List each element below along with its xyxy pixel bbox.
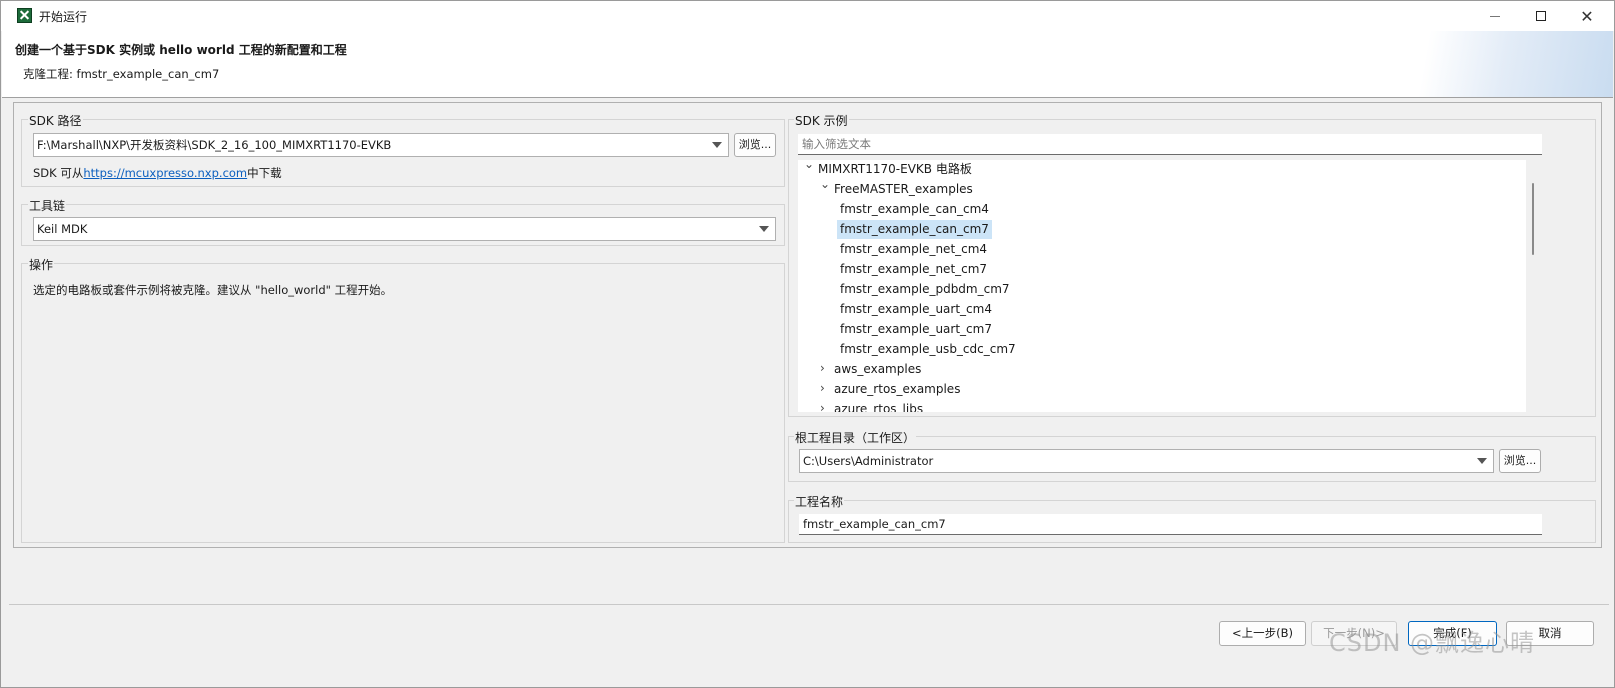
toolchain-combo[interactable]: Keil MDK [33, 217, 776, 241]
chevron-down-icon[interactable]: ⌄ [804, 160, 814, 171]
chevron-down-icon[interactable]: ⌄ [820, 177, 830, 191]
main-panel: SDK 路径 F:\Marshall\NXP\开发板资料\SDK_2_16_10… [13, 102, 1602, 548]
examples-tree[interactable]: ⌄ MIMXRT1170-EVKB 电路板 ⌄ FreeMASTER_examples… [798, 160, 1526, 412]
title-bar: 开始运行 ✕ [1, 1, 1614, 31]
cancel-button[interactable]: 取消 [1506, 621, 1594, 646]
sdk-path-label: SDK 路径 [28, 112, 83, 129]
root-dir-value: C:\Users\Administrator [803, 454, 934, 468]
tree-example-item[interactable]: fmstr_example_uart_cm4 [840, 300, 992, 319]
dropdown-arrow-icon[interactable] [759, 226, 769, 232]
operation-label: 操作 [28, 256, 55, 273]
bottom-separator [9, 604, 1609, 605]
minimize-button[interactable] [1472, 1, 1518, 31]
tree-folder-item[interactable]: MIMXRT1170-EVKB 电路板 [818, 160, 972, 179]
project-name-label: 工程名称 [794, 493, 845, 510]
close-button[interactable]: ✕ [1564, 1, 1610, 31]
filter-placeholder: 输入筛选文本 [802, 137, 871, 151]
sdk-download-hint: SDK 可从https://mcuxpresso.nxp.com中下载 [33, 165, 282, 181]
wizard-banner: 创建一个基于SDK 实例或 hello world 工程的新配置和工程 克隆工程… [2, 31, 1613, 98]
window-title: 开始运行 [39, 10, 88, 24]
sdk-download-suffix: 中下载 [247, 166, 282, 180]
minimize-icon [1490, 15, 1500, 17]
maximize-icon [1536, 11, 1546, 21]
tree-folder-item[interactable]: azure_rtos_libs [834, 400, 923, 412]
toolchain-label: 工具链 [28, 197, 67, 214]
sdk-download-link[interactable]: https://mcuxpresso.nxp.com [83, 166, 247, 180]
root-dir-label: 根工程目录（工作区） [794, 429, 917, 446]
dialog-window: 开始运行 ✕ 创建一个基于SDK 实例或 hello world 工程的新配置和… [0, 0, 1615, 688]
app-x-icon [17, 8, 32, 23]
dropdown-arrow-icon[interactable] [712, 142, 722, 148]
operation-text: 选定的电路板或套件示例将被克隆。建议从 "hello_world" 工程开始。 [33, 283, 393, 297]
example-filter-input[interactable]: 输入筛选文本 [798, 134, 1542, 155]
operation-group [21, 263, 785, 543]
chevron-right-icon[interactable]: › [820, 361, 825, 375]
next-button[interactable]: 下一步(N)> [1311, 621, 1397, 646]
sdk-browse-button[interactable]: 浏览... [734, 133, 776, 157]
tree-example-item[interactable]: fmstr_example_can_cm4 [840, 200, 989, 219]
back-button[interactable]: <上一步(B) [1219, 621, 1306, 646]
close-icon: ✕ [1580, 6, 1594, 26]
tree-example-item[interactable]: fmstr_example_net_cm7 [840, 260, 987, 279]
toolchain-value: Keil MDK [37, 222, 88, 236]
project-name-value: fmstr_example_can_cm7 [803, 517, 946, 531]
sdk-path-value: F:\Marshall\NXP\开发板资料\SDK_2_16_100_MIMXR… [37, 138, 392, 152]
dropdown-arrow-icon[interactable] [1477, 458, 1487, 464]
sdk-download-prefix: SDK 可从 [33, 166, 84, 180]
tree-example-item[interactable]: fmstr_example_usb_cdc_cm7 [840, 340, 1016, 359]
sdk-path-combo[interactable]: F:\Marshall\NXP\开发板资料\SDK_2_16_100_MIMXR… [33, 133, 729, 157]
tree-example-item[interactable]: fmstr_example_net_cm4 [840, 240, 987, 259]
chevron-right-icon[interactable]: › [820, 401, 825, 412]
maximize-button[interactable] [1518, 1, 1564, 31]
root-dir-combo[interactable]: C:\Users\Administrator [799, 449, 1494, 473]
root-dir-browse-button[interactable]: 浏览... [1499, 449, 1541, 473]
tree-example-item[interactable]: fmstr_example_uart_cm7 [840, 320, 992, 339]
tree-example-item[interactable]: fmstr_example_pdbdm_cm7 [840, 280, 1010, 299]
tree-folder-item[interactable]: azure_rtos_examples [834, 380, 960, 399]
chevron-right-icon[interactable]: › [820, 381, 825, 395]
sdk-examples-label: SDK 示例 [794, 112, 849, 129]
tree-folder-item[interactable]: aws_examples [834, 360, 921, 379]
tree-scrollbar-thumb[interactable] [1532, 183, 1534, 255]
finish-button[interactable]: 完成(F) [1408, 621, 1497, 646]
banner-title: 创建一个基于SDK 实例或 hello world 工程的新配置和工程 [15, 43, 347, 57]
banner-subtitle: 克隆工程: fmstr_example_can_cm7 [23, 67, 220, 81]
tree-folder-item[interactable]: FreeMASTER_examples [834, 180, 973, 199]
project-name-input[interactable]: fmstr_example_can_cm7 [799, 514, 1542, 535]
tree-example-item[interactable]: fmstr_example_can_cm7 [837, 220, 992, 239]
